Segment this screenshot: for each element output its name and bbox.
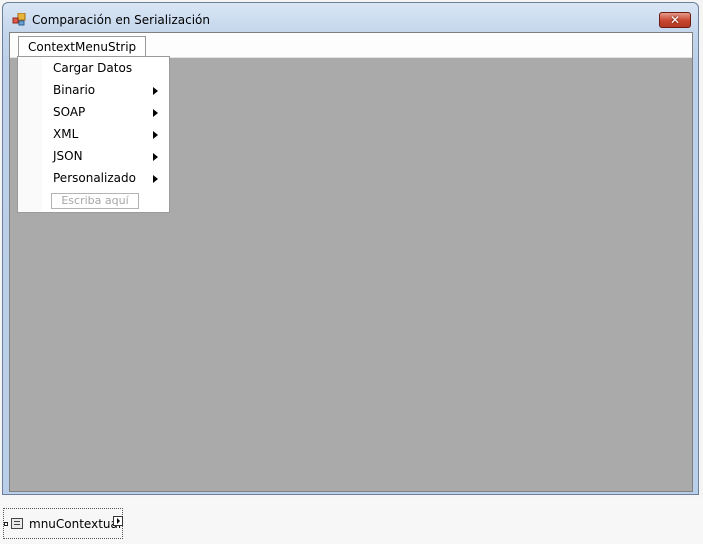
menu-item-label: JSON: [53, 149, 83, 163]
menu-root-contextmenustrip[interactable]: ContextMenuStrip: [18, 36, 147, 58]
close-icon: ✕: [669, 13, 681, 27]
close-button[interactable]: ✕: [659, 12, 691, 28]
menu-item-label: Personalizado: [53, 171, 136, 185]
component-tray: mnuContextual: [0, 497, 703, 544]
menu-item-label: Binario: [53, 83, 96, 97]
window-title: Comparación en Serialización: [32, 13, 210, 27]
submenu-arrow-icon: [153, 109, 158, 117]
smart-tag-arrow-icon[interactable]: [113, 516, 123, 526]
menu-item-cargar-datos[interactable]: Cargar Datos: [19, 58, 168, 80]
title-bar[interactable]: Comparación en Serialización ✕: [3, 3, 698, 33]
type-here-input[interactable]: Escriba aquí: [51, 193, 139, 209]
submenu-arrow-icon: [153, 175, 158, 183]
menu-item-label: SOAP: [53, 105, 86, 119]
menu-item-binario[interactable]: Binario: [19, 80, 168, 102]
context-menu-icon: [11, 518, 23, 529]
menu-item-json[interactable]: JSON: [19, 146, 168, 168]
component-mnucontextual[interactable]: mnuContextual: [3, 508, 123, 539]
menu-item-label: Cargar Datos: [53, 61, 133, 75]
component-label: mnuContextual: [29, 517, 122, 531]
app-icon: [12, 13, 26, 26]
menu-item-soap[interactable]: SOAP: [19, 102, 168, 124]
dropdown-menu: Cargar Datos Binario SOAP XML JSON Perso…: [17, 56, 170, 213]
menu-item-personalizado[interactable]: Personalizado: [19, 168, 168, 190]
menu-strip: ContextMenuStrip: [10, 33, 692, 58]
submenu-arrow-icon: [153, 131, 158, 139]
menu-item-xml[interactable]: XML: [19, 124, 168, 146]
submenu-arrow-icon: [153, 87, 158, 95]
form-client-area: ContextMenuStrip Cargar Datos Binario SO…: [9, 32, 693, 492]
selection-grip-handle[interactable]: [4, 522, 8, 526]
menu-item-label: XML: [53, 127, 79, 141]
form-window: Comparación en Serialización ✕ ContextMe…: [2, 2, 699, 495]
submenu-arrow-icon: [153, 153, 158, 161]
